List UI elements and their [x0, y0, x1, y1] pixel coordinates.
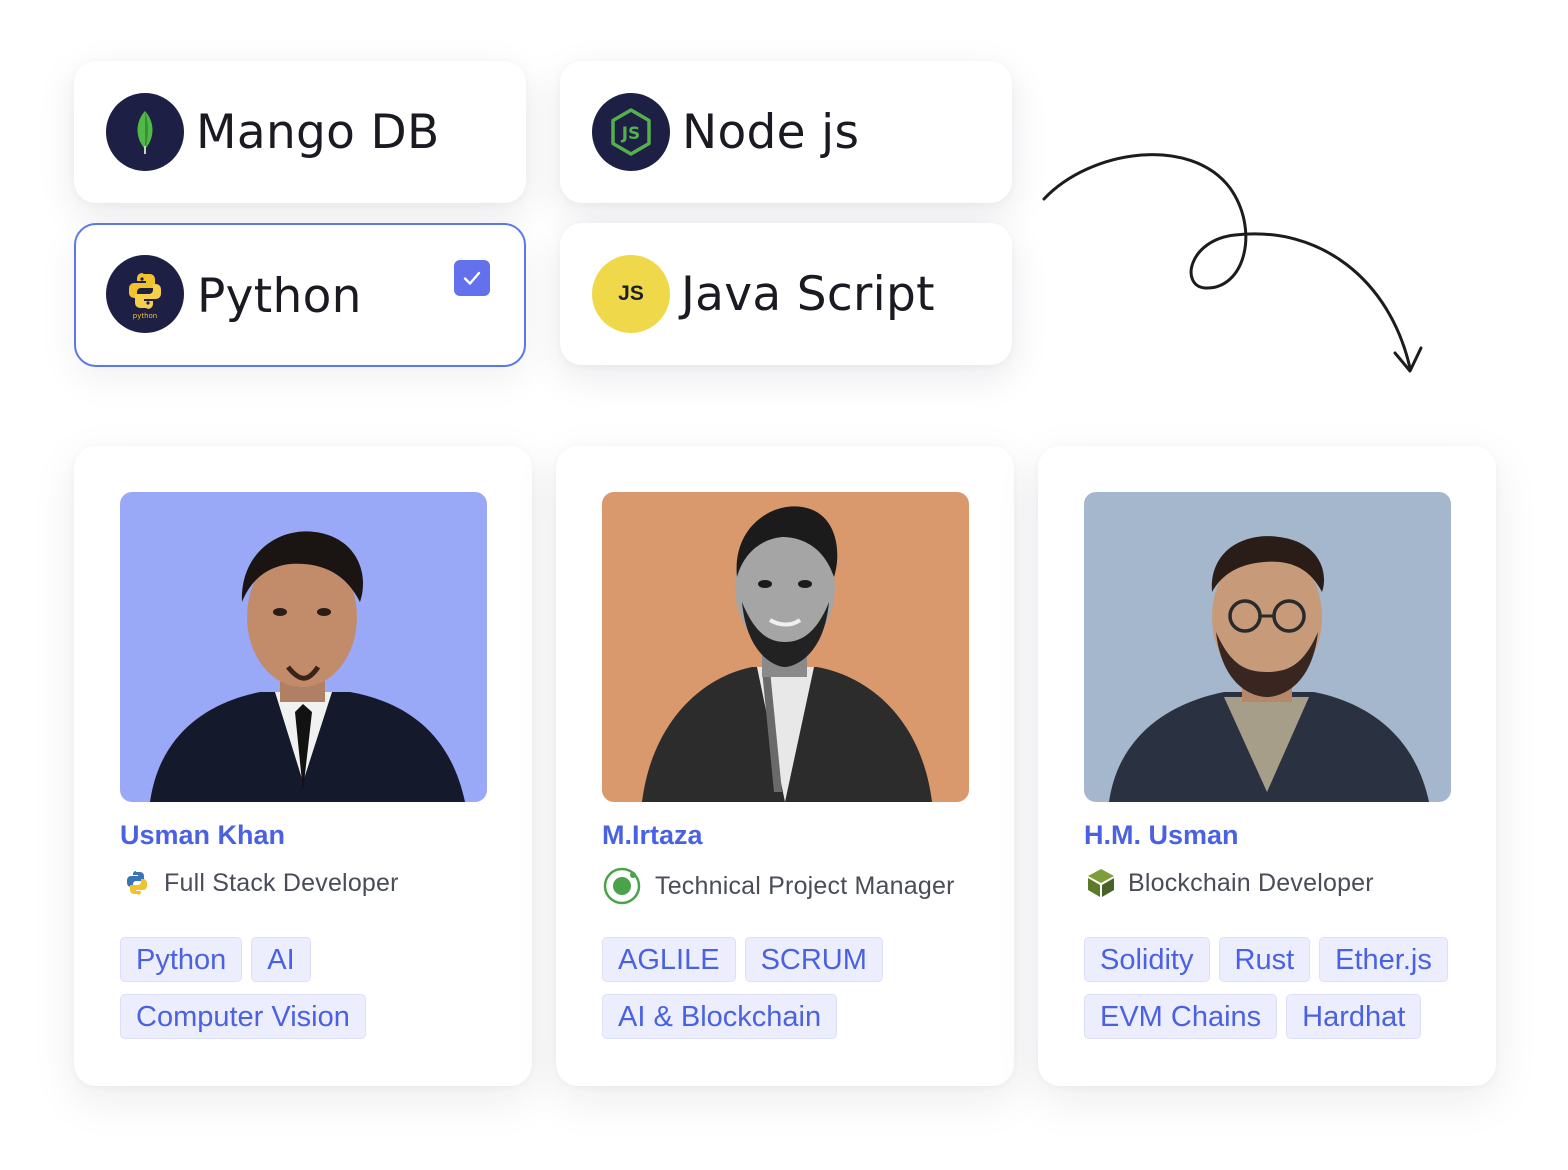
mongodb-leaf-icon — [106, 93, 184, 171]
developer-role: Technical Project Manager — [602, 866, 955, 906]
skill-tag[interactable]: Solidity — [1084, 937, 1210, 982]
developer-photo — [1084, 492, 1451, 802]
role-text: Blockchain Developer — [1128, 868, 1374, 897]
developer-photo — [602, 492, 969, 802]
tech-label: Python — [197, 269, 362, 324]
role-text: Full Stack Developer — [164, 868, 399, 897]
skill-tag[interactable]: AI — [251, 937, 311, 982]
developer-card[interactable]: Usman Khan Full Stack Developer Python A… — [74, 446, 532, 1086]
javascript-icon: JS — [592, 255, 670, 333]
svg-text:JS: JS — [621, 124, 641, 144]
skill-tag[interactable]: Rust — [1218, 937, 1311, 982]
skill-tags: AGLILE SCRUM AI & Blockchain — [602, 937, 972, 1051]
skill-tag[interactable]: AGLILE — [602, 937, 736, 982]
javascript-icon-text: JS — [618, 282, 644, 305]
role-text: Technical Project Manager — [655, 871, 955, 900]
blockchain-cube-icon — [1084, 866, 1118, 900]
developer-name: M.Irtaza — [602, 820, 703, 850]
ionic-ring-icon — [602, 866, 642, 906]
developer-role: Blockchain Developer — [1084, 866, 1374, 900]
developer-role: Full Stack Developer — [120, 866, 399, 900]
svg-text:python: python — [133, 312, 158, 320]
skill-tag[interactable]: Ether.js — [1319, 937, 1448, 982]
python-icon: python — [106, 255, 184, 333]
developer-photo — [120, 492, 487, 802]
selected-checkbox[interactable] — [454, 260, 490, 296]
python-icon — [120, 866, 154, 900]
skill-tag[interactable]: Hardhat — [1286, 994, 1422, 1039]
tech-label: Mango DB — [196, 105, 440, 160]
skill-tag[interactable]: EVM Chains — [1084, 994, 1278, 1039]
tech-option-mongodb[interactable]: Mango DB — [74, 61, 526, 203]
skill-tag[interactable]: Python — [120, 937, 243, 982]
skill-tag[interactable]: SCRUM — [744, 937, 883, 982]
developer-name: H.M. Usman — [1084, 820, 1239, 850]
curly-arrow-icon — [1042, 153, 1423, 373]
skill-tag[interactable]: AI & Blockchain — [602, 994, 838, 1039]
tech-option-python[interactable]: python Python — [74, 223, 526, 367]
checkmark-icon — [463, 271, 481, 285]
skill-tag[interactable]: Computer Vision — [120, 994, 366, 1039]
developer-card[interactable]: H.M. Usman Blockchain Developer Solidity… — [1038, 446, 1496, 1086]
nodejs-icon: JS — [592, 93, 670, 171]
skill-tags: Solidity Rust Ether.js EVM Chains Hardha… — [1084, 937, 1484, 1051]
tech-option-javascript[interactable]: JS Java Script — [560, 223, 1012, 365]
skill-tags: Python AI Computer Vision — [120, 937, 490, 1051]
tech-label: Java Script — [681, 267, 935, 322]
tech-option-nodejs[interactable]: JS Node js — [560, 61, 1012, 203]
tech-label: Node js — [682, 105, 860, 160]
developer-name: Usman Khan — [120, 820, 286, 850]
developer-card[interactable]: M.Irtaza Technical Project Manager AGLIL… — [556, 446, 1014, 1086]
